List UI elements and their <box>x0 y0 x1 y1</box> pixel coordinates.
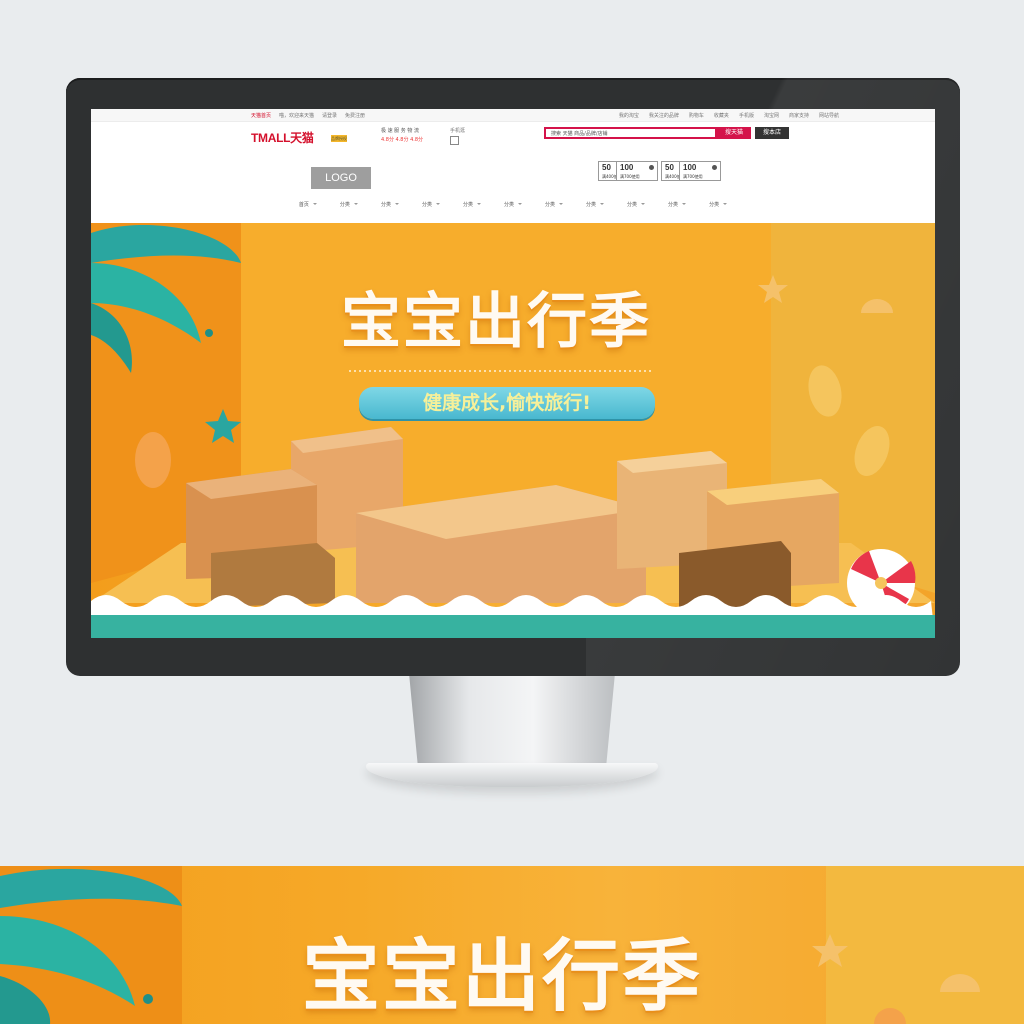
nav-item[interactable]: 分类 <box>504 201 523 213</box>
monitor-screen: 天猫首页 喵，欢迎来天猫 请登录 免费注册 我的淘宝 我关注的品牌 购物车 收藏… <box>91 109 935 638</box>
register-link[interactable]: 免费注册 <box>345 112 365 119</box>
coupon-condition: 满700使用 <box>620 174 640 179</box>
tmall-logo[interactable]: TMALL天猫 <box>251 129 314 146</box>
nav-item[interactable]: 分类 <box>422 201 440 213</box>
banner-zoom-title: 宝宝出行季 <box>302 931 703 1022</box>
sea <box>91 615 935 638</box>
coupon-dot <box>649 165 654 170</box>
coupon-amount: 50 <box>665 163 674 172</box>
nav-item[interactable]: 分类 <box>340 201 358 213</box>
coupon-amount: 100 <box>620 163 634 172</box>
banner-zoom-preview: 宝宝出行季 <box>0 866 1024 1024</box>
nav-item-home[interactable]: 首页 <box>299 201 317 213</box>
cart-link[interactable]: 购物车 <box>689 112 704 119</box>
brand-link[interactable]: 我关注的品牌 <box>649 112 679 119</box>
my-taobao-link[interactable]: 我的淘宝 <box>619 112 639 119</box>
coupon-dot <box>712 165 717 170</box>
service-title: 极 速 服 务 物 流 <box>381 128 419 134</box>
mobile-link[interactable]: 手机版 <box>739 112 754 119</box>
mobile-label: 手机逛 <box>450 128 466 134</box>
nav-item[interactable]: 分类 <box>463 201 481 213</box>
banner-subtitle-pill: 健康成长,愉快旅行! <box>359 387 655 419</box>
coupon[interactable]: 100 满700使用 <box>679 161 721 181</box>
coupon-condition: 满700使用 <box>683 174 703 179</box>
dot-decoration <box>143 994 153 1004</box>
monitor-stand-base <box>366 763 658 787</box>
search-tmall-button[interactable]: 搜天猫 <box>717 127 751 139</box>
merchant-link[interactable]: 商家支持 <box>789 112 809 119</box>
nav-item[interactable]: 分类 <box>668 201 687 213</box>
nav-item[interactable]: 分类 <box>586 201 605 213</box>
service-scores: 4.8分 4.8分 4.8分 <box>381 137 424 143</box>
mobile-qr[interactable]: 手机逛 <box>450 127 465 145</box>
monitor-stand-neck <box>409 676 615 766</box>
ball-center <box>875 577 887 589</box>
sitemap-link[interactable]: 网站导航 <box>819 112 839 119</box>
brand-badge: 品牌授权 <box>331 135 347 142</box>
right-wall <box>826 866 1024 1024</box>
hero-banner[interactable]: 宝宝出行季 健康成长,愉快旅行! <box>91 223 935 638</box>
nav-item[interactable]: 分类 <box>709 201 728 213</box>
search-placeholder: 搜索 天猫 商品/品牌/店铺 <box>551 131 608 137</box>
coupon[interactable]: 100 满700使用 <box>616 161 658 181</box>
store-header: TMALL天猫 品牌授权 极 速 服 务 物 流 4.8分 4.8分 4.8分 … <box>91 121 935 161</box>
search-shop-button[interactable]: 搜本店 <box>755 127 789 139</box>
nav-item[interactable]: 分类 <box>381 201 399 213</box>
shop-logo[interactable]: LOGO <box>311 167 371 189</box>
category-nav: 首页 分类 分类 分类 分类 分类 分类 分类 分类 分类 分类 <box>91 201 935 213</box>
banner-title: 宝宝出行季 <box>341 287 651 357</box>
service-ratings: 极 速 服 务 物 流 4.8分 4.8分 4.8分 <box>381 127 423 145</box>
qr-code-icon <box>450 136 459 145</box>
taobao-link[interactable]: 淘宝网 <box>764 112 779 119</box>
coupon-amount: 50 <box>602 163 611 172</box>
coupon-amount: 100 <box>683 163 697 172</box>
login-link[interactable]: 请登录 <box>322 112 337 119</box>
favorites-link[interactable]: 收藏夹 <box>714 112 729 119</box>
dot-decoration <box>205 329 213 337</box>
home-link[interactable]: 天猫首页 <box>251 112 271 119</box>
welcome-text: 喵，欢迎来天猫 <box>279 113 315 119</box>
nav-item[interactable]: 分类 <box>627 201 646 213</box>
search-input[interactable]: 搜索 天猫 商品/品牌/店铺 <box>544 127 717 139</box>
nav-item[interactable]: 分类 <box>545 201 564 213</box>
footprint-icon <box>135 432 171 488</box>
